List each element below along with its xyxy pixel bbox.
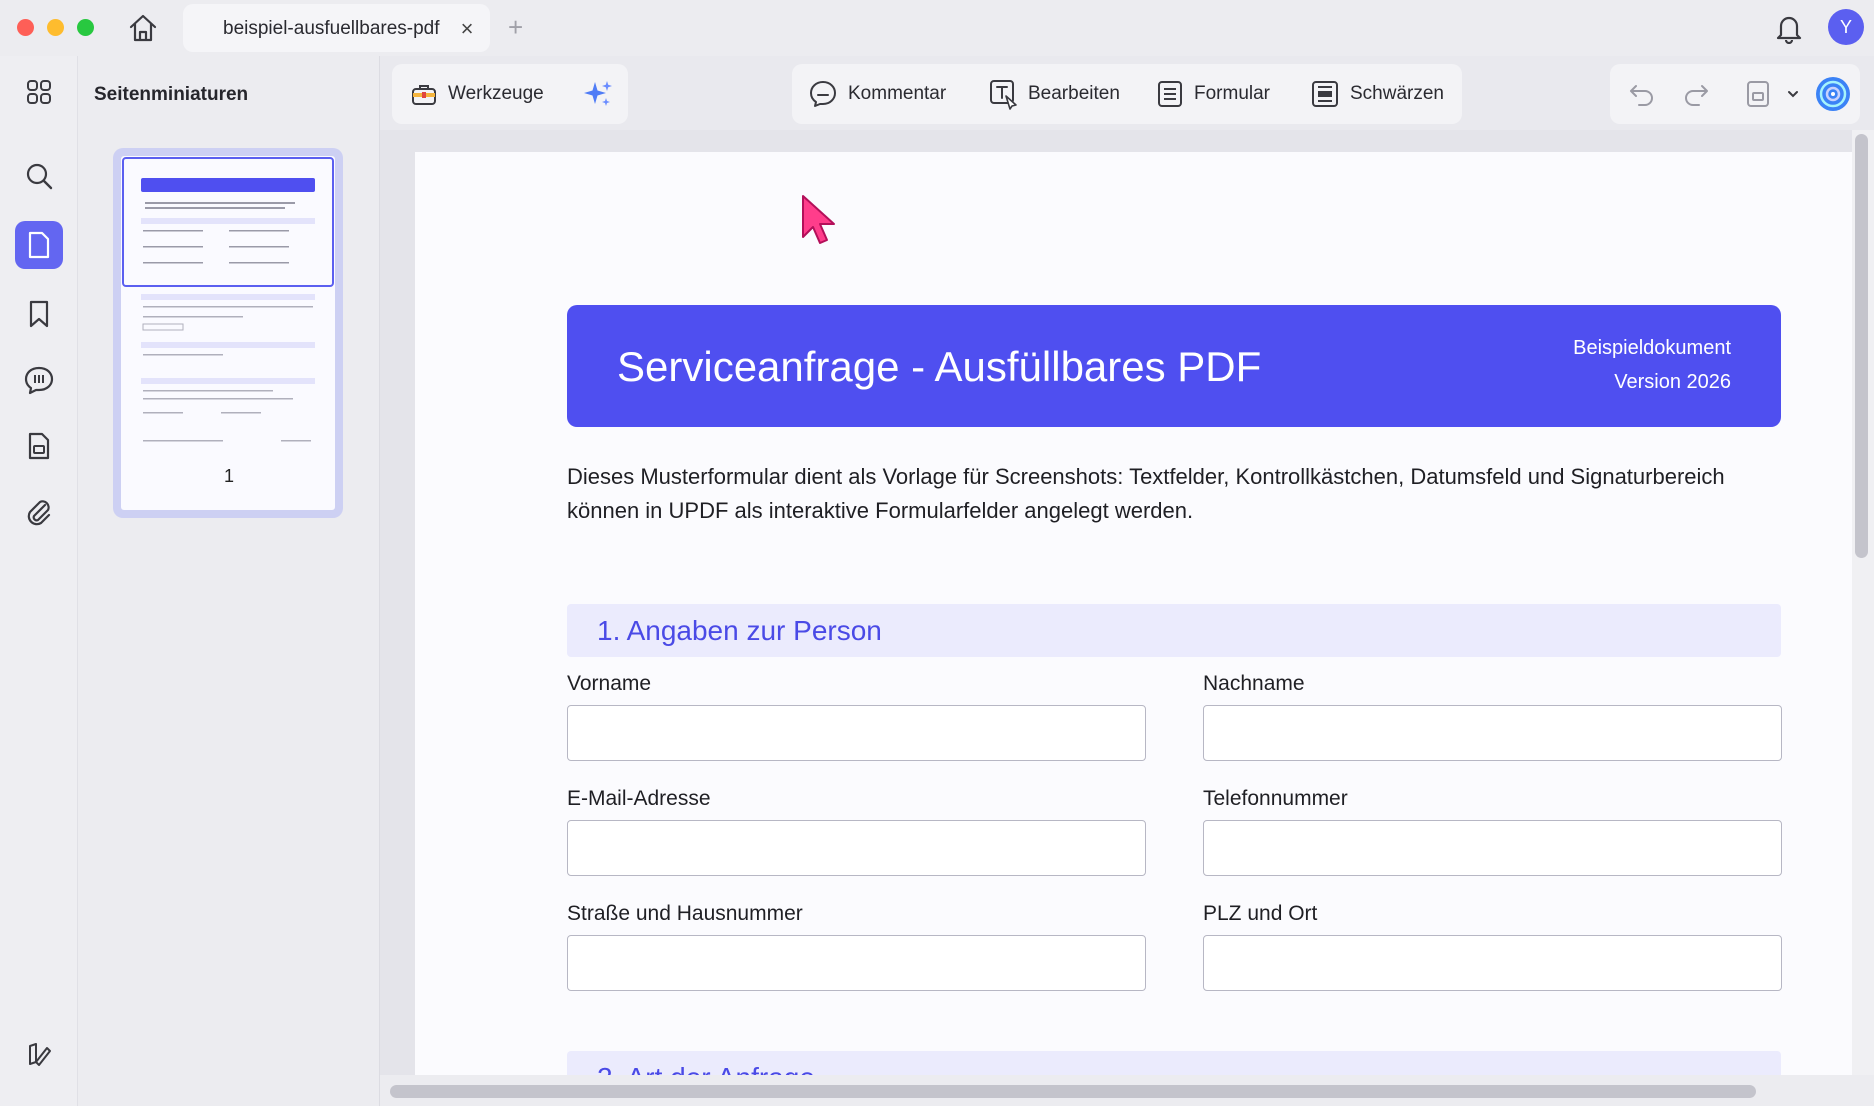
close-window-button[interactable] bbox=[17, 19, 34, 36]
layers-icon[interactable] bbox=[15, 1030, 63, 1078]
redact-icon bbox=[1312, 81, 1338, 107]
document-title: Serviceanfrage - Ausfüllbares PDF bbox=[617, 343, 1262, 390]
formular-label: Formular bbox=[1194, 83, 1271, 104]
field-label-plz-ort: PLZ und Ort bbox=[1203, 902, 1318, 925]
tools-group: Werkzeuge bbox=[392, 64, 628, 124]
undo-icon[interactable] bbox=[1628, 64, 1656, 124]
document-tab[interactable]: beispiel-ausfuellbares-pdf × bbox=[183, 4, 490, 52]
field-label-telefon: Telefonnummer bbox=[1203, 787, 1348, 810]
document-meta: Beispieldokument Version 2026 bbox=[1573, 331, 1731, 399]
kommentar-label: Kommentar bbox=[848, 83, 947, 104]
search-icon[interactable] bbox=[15, 152, 63, 200]
toolbox-icon bbox=[412, 85, 436, 105]
nachname-field[interactable] bbox=[1203, 705, 1782, 761]
document-viewport[interactable]: Serviceanfrage - Ausfüllbares PDF Beispi… bbox=[380, 130, 1852, 1075]
werkzeuge-button[interactable]: Werkzeuge bbox=[410, 64, 544, 124]
pdf-page: Serviceanfrage - Ausfüllbares PDF Beispi… bbox=[415, 152, 1852, 1075]
pointer-cursor-icon bbox=[800, 193, 840, 254]
home-icon[interactable] bbox=[126, 12, 160, 44]
thumbnail-page-number: 1 bbox=[223, 466, 234, 486]
plz-ort-field[interactable] bbox=[1203, 935, 1782, 991]
bearbeiten-label: Bearbeiten bbox=[1028, 83, 1120, 104]
formular-button[interactable]: Formular bbox=[1156, 64, 1270, 124]
horizontal-scrollbar[interactable] bbox=[390, 1085, 1756, 1098]
strasse-field[interactable] bbox=[567, 935, 1146, 991]
comment-icon bbox=[810, 81, 836, 107]
intro-paragraph: Dieses Musterformular dient als Vorlage … bbox=[567, 464, 1725, 523]
zoom-window-button[interactable] bbox=[77, 19, 94, 36]
telefon-field[interactable] bbox=[1203, 820, 1782, 876]
schwaerzen-label: Schwärzen bbox=[1350, 83, 1444, 104]
section-header-person: 1. Angaben zur Person bbox=[567, 604, 1781, 657]
chevron-down-icon[interactable] bbox=[1786, 64, 1800, 124]
new-tab-button[interactable]: + bbox=[508, 12, 523, 43]
vertical-scrollbar[interactable] bbox=[1855, 134, 1868, 558]
grid-icon[interactable] bbox=[15, 68, 63, 116]
field-label-nachname: Nachname bbox=[1203, 672, 1305, 695]
thumbnails-panel: Seitenminiaturen 1 bbox=[78, 56, 380, 1106]
history-group bbox=[1610, 64, 1860, 124]
avatar[interactable]: Y bbox=[1828, 9, 1864, 45]
bookmark-icon[interactable] bbox=[15, 290, 63, 338]
minimize-window-button[interactable] bbox=[47, 19, 64, 36]
field-label-vorname: Vorname bbox=[567, 672, 652, 695]
werkzeuge-label: Werkzeuge bbox=[448, 83, 544, 104]
comment-icon[interactable] bbox=[15, 356, 63, 404]
edit-modes-group: Kommentar Bearbeiten Formular Schwärzen bbox=[792, 64, 1462, 124]
edit-text-icon bbox=[990, 80, 1017, 110]
document-banner: Serviceanfrage - Ausfüllbares PDF Beispi… bbox=[567, 305, 1781, 427]
tab-title: beispiel-ausfuellbares-pdf bbox=[223, 18, 440, 39]
page-thumbnail[interactable] bbox=[113, 148, 343, 518]
vorname-field[interactable] bbox=[567, 705, 1146, 761]
left-icon-rail bbox=[0, 56, 78, 1106]
thumbnail-page-preview bbox=[121, 156, 335, 510]
redo-icon[interactable] bbox=[1682, 64, 1710, 124]
section-title: 2. Art der Anfrage bbox=[597, 1062, 815, 1075]
field-label-email: E-Mail-Adresse bbox=[567, 787, 711, 810]
kommentar-button[interactable]: Kommentar bbox=[808, 64, 946, 124]
panel-title: Seitenminiaturen bbox=[94, 84, 249, 105]
attachment-icon[interactable] bbox=[15, 488, 63, 536]
bearbeiten-button[interactable]: Bearbeiten bbox=[988, 64, 1120, 124]
save-icon[interactable] bbox=[1744, 64, 1772, 124]
document-icon[interactable] bbox=[15, 422, 63, 470]
email-field[interactable] bbox=[567, 820, 1146, 876]
field-label-strasse: Straße und Hausnummer bbox=[567, 902, 803, 925]
schwaerzen-button[interactable]: Schwärzen bbox=[1310, 64, 1444, 124]
title-bar: beispiel-ausfuellbares-pdf × + Y bbox=[0, 0, 1874, 56]
section-header-anfrage: 2. Art der Anfrage bbox=[567, 1051, 1781, 1075]
tab-close-button[interactable]: × bbox=[456, 16, 478, 42]
ai-sparkle-icon[interactable] bbox=[582, 64, 614, 124]
document-meta-line2: Version 2026 bbox=[1614, 371, 1731, 393]
page-thumbnails-icon[interactable] bbox=[15, 221, 63, 269]
form-icon bbox=[1158, 81, 1182, 107]
bell-icon[interactable] bbox=[1774, 12, 1804, 45]
section-title: 1. Angaben zur Person bbox=[597, 615, 882, 646]
ai-assistant-icon[interactable] bbox=[1814, 64, 1852, 124]
document-meta-line1: Beispieldokument bbox=[1573, 337, 1731, 359]
